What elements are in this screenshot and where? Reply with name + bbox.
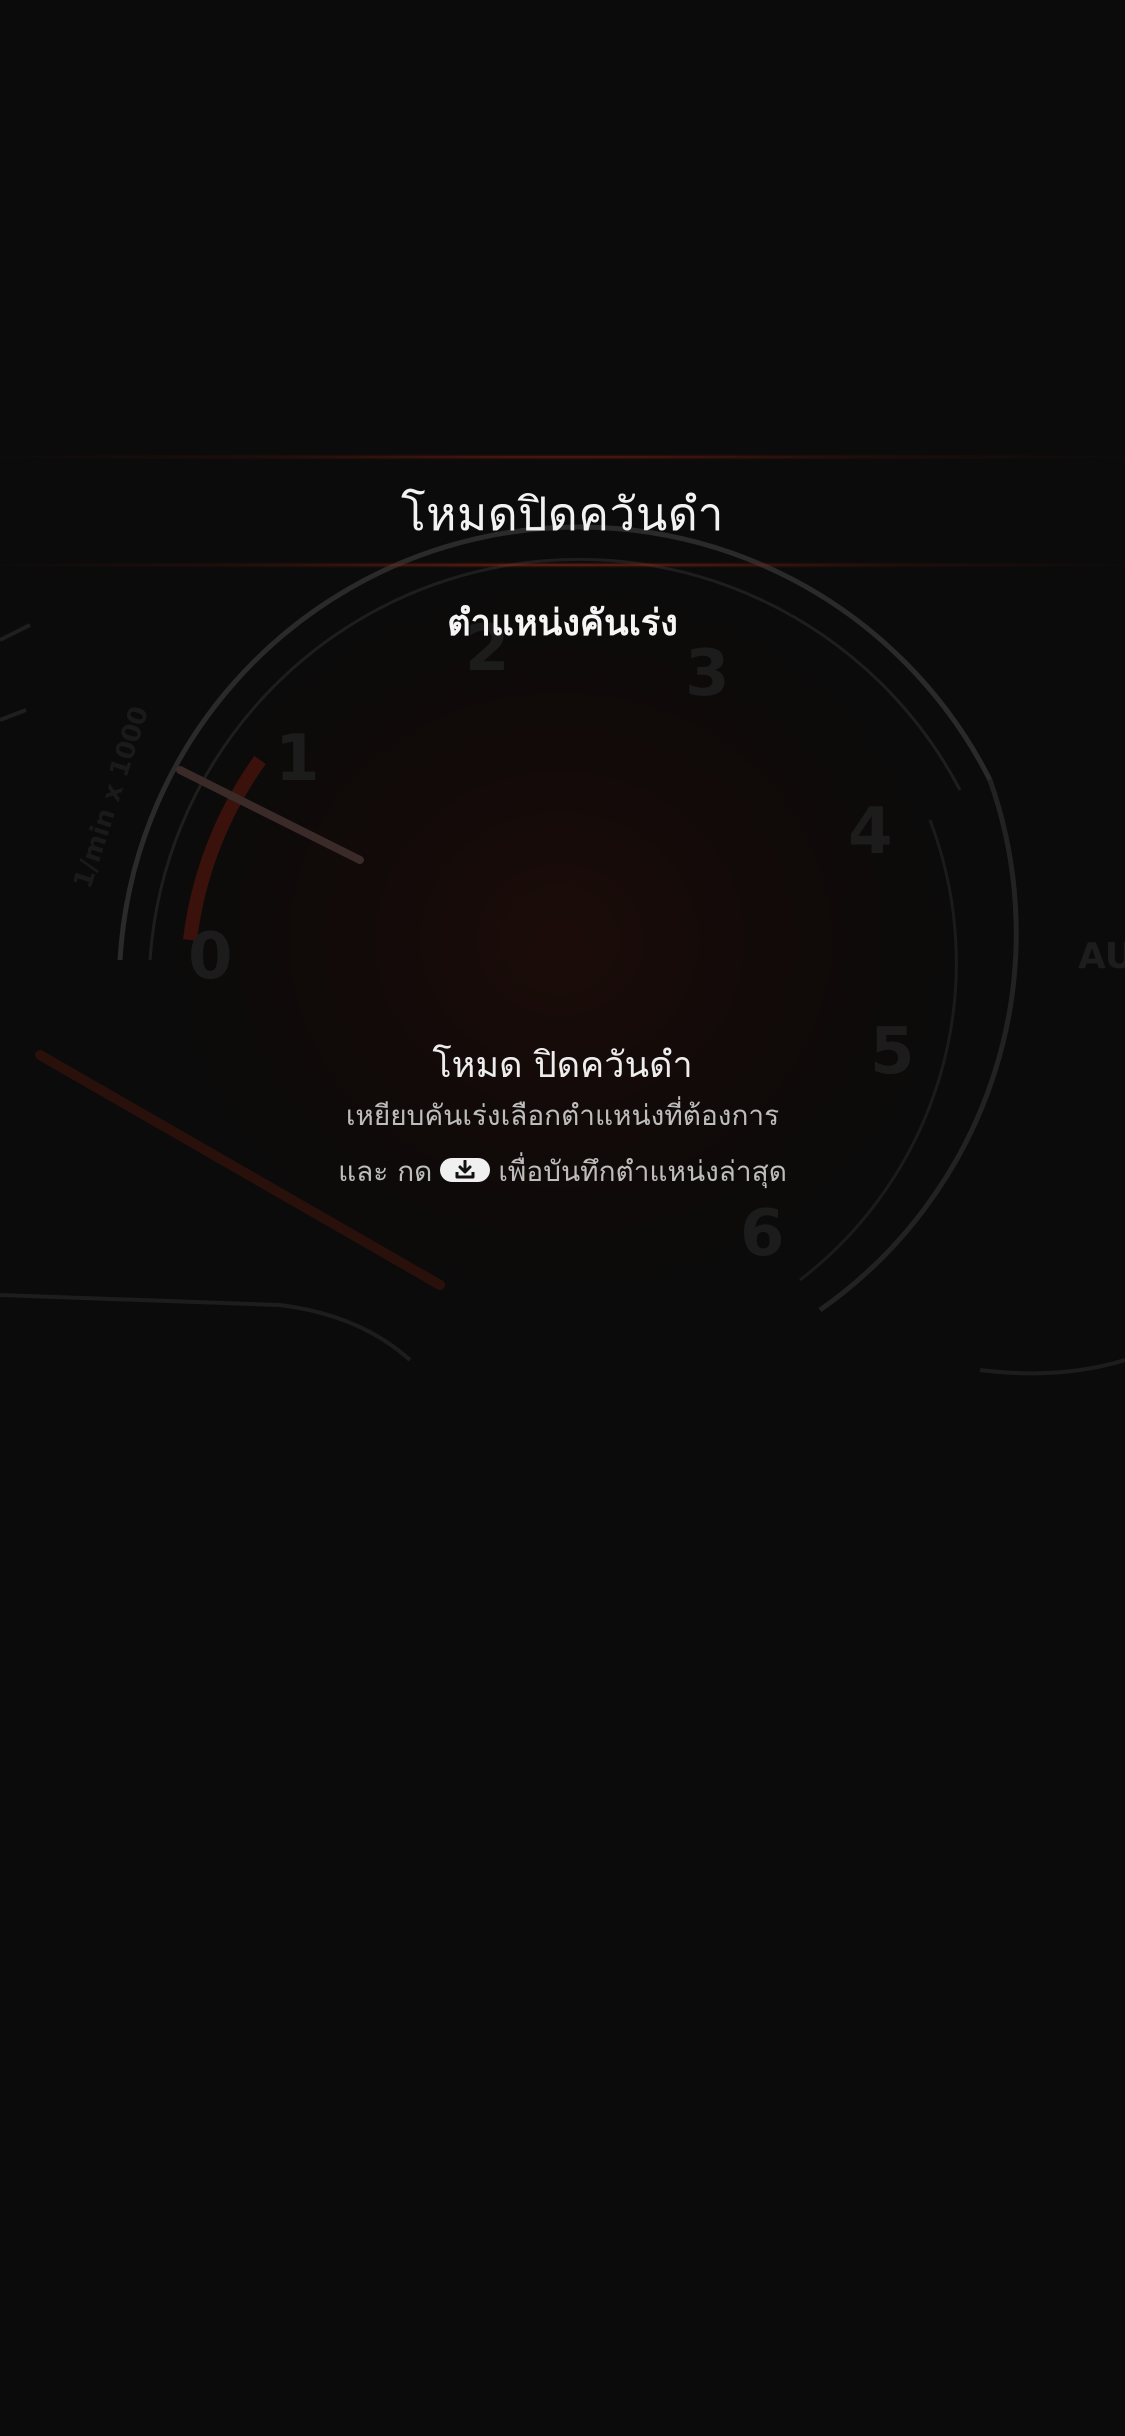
gauge-number-1: 1: [275, 722, 320, 796]
mode-heading: โหมด ปิดควันดำ: [432, 1045, 693, 1086]
mid-glow-line: [0, 562, 1125, 568]
instruction-line-1: เหยียบคันเร่งเลือกตำแหน่งที่ต้องการ: [345, 1099, 780, 1132]
instruction-suffix: เพื่อบันทึกตำแหน่งล่าสุด: [498, 1155, 787, 1188]
page-subtitle: ตำแหน่งคันเร่ง: [447, 603, 678, 644]
instruction-line-2: และ กด เพื่อบันทึกตำแหน่งล่าสุด: [0, 1150, 1125, 1194]
gauge-number-6: 6: [740, 1197, 785, 1271]
instruction-prefix: และ กด: [338, 1155, 433, 1188]
top-glow-line: [0, 454, 1125, 460]
side-label: AU: [1078, 936, 1125, 977]
tachometer-background: 0 1 2 3 4 5 6 1/min x 1000 AU: [0, 520, 1125, 1376]
gauge-number-4: 4: [848, 795, 893, 869]
download-icon: [440, 1158, 491, 1182]
dash-curve-right: [979, 1358, 1125, 1376]
gauge-number-0: 0: [188, 920, 233, 994]
throttle-mode-screen: 0 1 2 3 4 5 6 1/min x 1000 AU โหมดปิดควั…: [0, 0, 1125, 2436]
page-title: โหมดปิดควันดำ: [400, 487, 725, 541]
left-tick: [0, 708, 27, 722]
